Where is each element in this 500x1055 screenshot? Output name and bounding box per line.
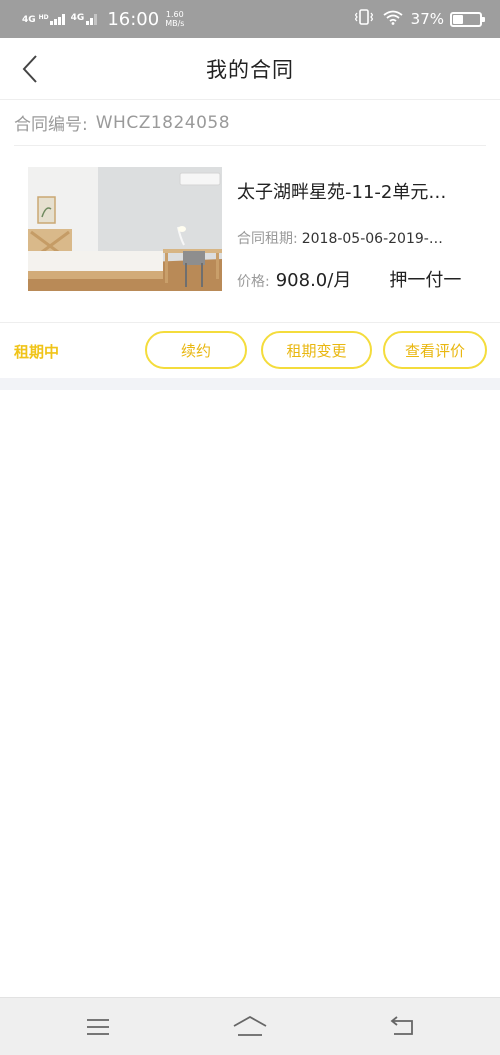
clock: 16:00 [107, 8, 160, 30]
price-row: 价格: 908.0/月 押一付一 [237, 266, 487, 292]
speed-value: 1.60 [165, 10, 184, 19]
view-review-button[interactable]: 查看评价 [383, 331, 487, 369]
menu-icon [87, 1019, 109, 1035]
back-nav-button[interactable] [382, 1010, 422, 1044]
section-divider [0, 378, 500, 390]
vibrate-icon [354, 9, 373, 29]
property-thumbnail[interactable] [28, 167, 222, 291]
back-button[interactable] [14, 52, 46, 86]
renew-button[interactable]: 续约 [145, 331, 247, 369]
menu-button[interactable] [78, 1010, 118, 1044]
battery-percent: 37% [410, 10, 444, 28]
battery-fill [453, 14, 463, 24]
battery-icon [450, 11, 485, 27]
property-title[interactable]: 太子湖畔星苑-11-2单元… [237, 178, 487, 204]
change-lease-button[interactable]: 租期变更 [261, 331, 372, 369]
status-bar: 4G HD 4G 16:00 1.60 MB/s 37% [0, 0, 500, 38]
page-title: 我的合同 [206, 57, 294, 82]
network-hd: HD [38, 13, 49, 21]
signal-icon: 4G HD [22, 13, 65, 25]
contract-number-row: 合同编号: WHCZ1824058 [14, 100, 486, 146]
lease-period-label: 合同租期: [237, 231, 298, 247]
network-speed: 1.60 MB/s [165, 10, 184, 28]
network-type-1: 4G [22, 14, 36, 25]
header: 我的合同 [0, 38, 500, 100]
bedroom-image [28, 167, 222, 291]
network-type-2: 4G [70, 12, 85, 23]
payment-terms: 押一付一 [389, 270, 462, 291]
signal-icon-2: 4G [70, 12, 98, 25]
lease-period-value: 2018-05-06-2019-… [301, 231, 443, 247]
price-label: 价格: [237, 274, 270, 290]
back-icon [390, 1016, 413, 1035]
contract-number-label: 合同编号: [14, 115, 88, 135]
price-value: 908.0/月 [275, 270, 352, 291]
lease-period-row: 合同租期: 2018-05-06-2019-… [237, 228, 487, 248]
home-icon [233, 1015, 267, 1036]
status-bar-right: 37% [354, 9, 485, 29]
status-badge: 租期中 [14, 343, 60, 361]
speed-unit: MB/s [165, 19, 185, 28]
contract-actions: 租期中 续约 租期变更 查看评价 [0, 322, 500, 378]
chevron-left-icon [22, 55, 37, 83]
contract-number-value: WHCZ1824058 [95, 112, 231, 133]
wifi-icon [383, 10, 403, 29]
status-bar-left: 4G HD 4G 16:00 1.60 MB/s [22, 9, 184, 30]
home-button[interactable] [230, 1010, 270, 1044]
system-navigation-bar [0, 997, 500, 1055]
